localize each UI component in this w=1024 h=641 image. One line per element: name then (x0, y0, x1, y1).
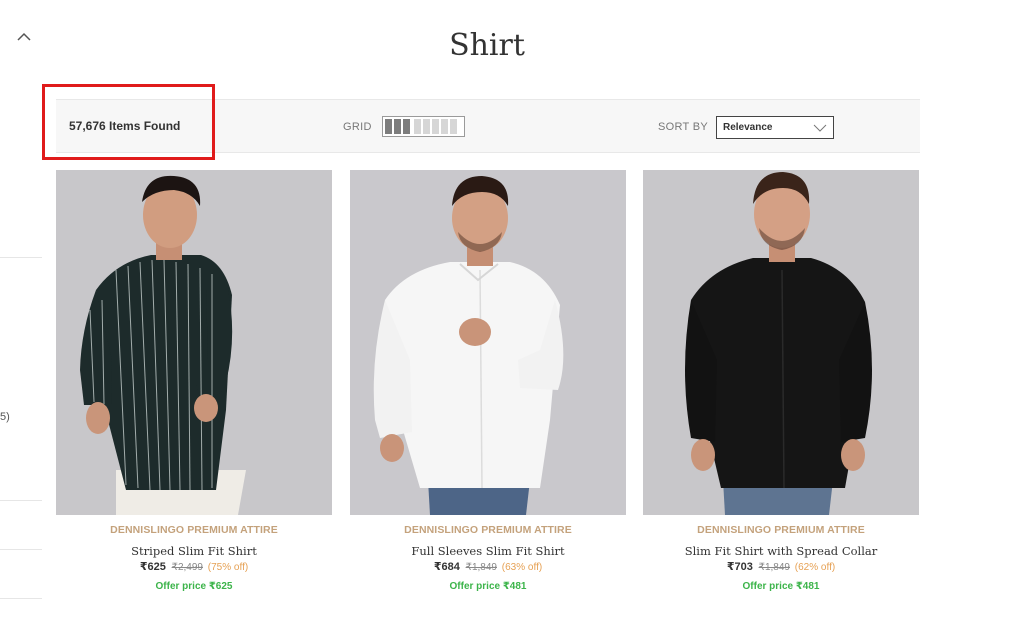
product-brand: DENNISLINGO PREMIUM ATTIRE (697, 524, 865, 536)
filter-option-count[interactable]: 5) (0, 411, 10, 423)
sidebar-divider (0, 598, 42, 599)
highlight-annotation (42, 84, 215, 160)
product-brand: DENNISLINGO PREMIUM ATTIRE (404, 524, 572, 536)
product-brand: DENNISLINGO PREMIUM ATTIRE (110, 524, 278, 536)
product-price-row: ₹625 ₹2,499 (75% off) (56, 560, 332, 573)
product-name[interactable]: Striped Slim Fit Shirt (56, 544, 332, 558)
product-price: ₹703 (726, 561, 753, 573)
product-image[interactable] (643, 170, 919, 515)
filter-sidebar: 5) (0, 0, 44, 641)
chevron-down-icon (813, 121, 827, 133)
sort-by-select[interactable]: Relevance (716, 116, 834, 139)
sidebar-divider (0, 500, 42, 501)
shirt-shape (691, 258, 865, 488)
sort-by-label: SORT BY (658, 121, 708, 133)
product-grid: DENNISLINGO PREMIUM ATTIRE Striped Slim … (56, 170, 920, 610)
grid-label: GRID (343, 121, 372, 133)
product-price: ₹684 (433, 561, 460, 573)
product-card[interactable]: DENNISLINGO PREMIUM ATTIRE Full Sleeves … (350, 170, 626, 610)
grid-5-columns-icon[interactable] (414, 119, 457, 134)
product-price-row: ₹684 ₹1,849 (63% off) (350, 560, 626, 573)
product-mrp: ₹1,849 (465, 562, 497, 573)
product-image[interactable] (350, 170, 626, 515)
product-name[interactable]: Full Sleeves Slim Fit Shirt (350, 544, 626, 558)
product-offer-price: Offer price ₹481 (742, 581, 820, 592)
product-card[interactable]: DENNISLINGO PREMIUM ATTIRE Striped Slim … (56, 170, 332, 610)
sidebar-divider (0, 257, 42, 258)
product-price-row: ₹703 ₹1,849 (62% off) (643, 560, 919, 573)
sort-selected-value: Relevance (723, 122, 773, 133)
product-discount: (63% off) (501, 562, 543, 573)
page-title: Shirt (449, 28, 525, 63)
grid-3-columns-icon[interactable] (385, 119, 410, 134)
sidebar-divider (0, 549, 42, 550)
product-card[interactable]: DENNISLINGO PREMIUM ATTIRE Slim Fit Shir… (643, 170, 919, 610)
product-name[interactable]: Slim Fit Shirt with Spread Collar (643, 544, 919, 558)
product-image[interactable] (56, 170, 332, 515)
product-discount: (75% off) (207, 562, 249, 573)
product-discount: (62% off) (794, 562, 836, 573)
product-offer-price: Offer price ₹481 (449, 581, 527, 592)
product-mrp: ₹2,499 (171, 562, 203, 573)
grid-view-switch (382, 116, 465, 137)
product-price: ₹625 (139, 561, 166, 573)
product-mrp: ₹1,849 (758, 562, 790, 573)
product-offer-price: Offer price ₹625 (155, 581, 233, 592)
